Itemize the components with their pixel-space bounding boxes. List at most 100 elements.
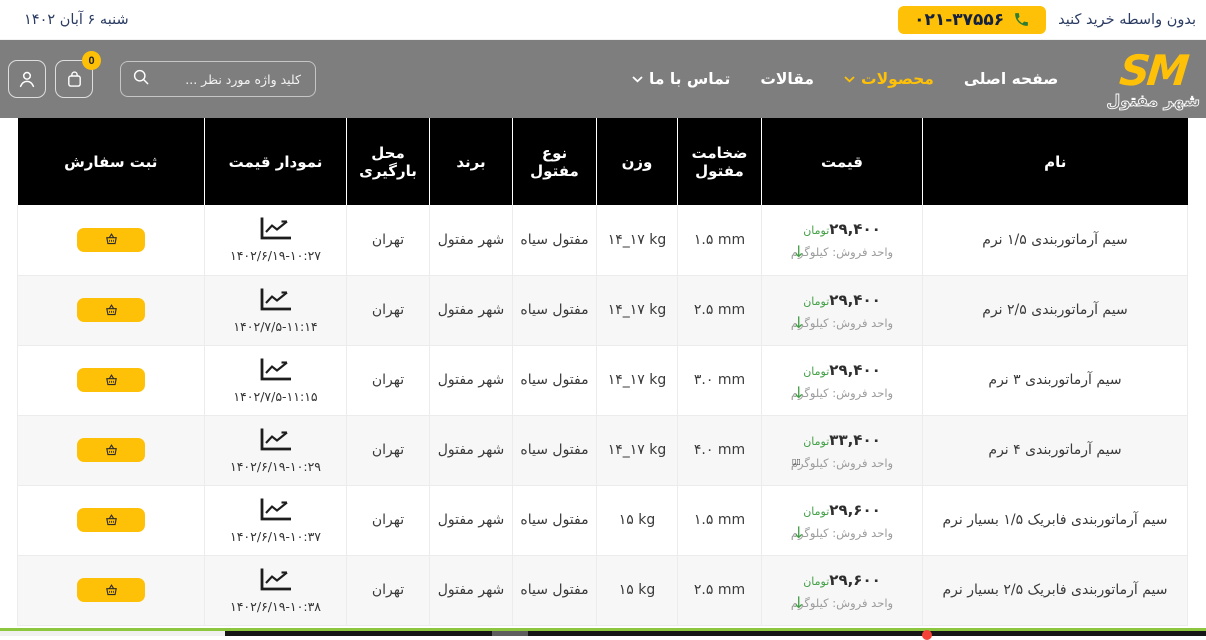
col-header-location: محل بارگیری — [346, 118, 430, 205]
order-cell — [17, 275, 205, 346]
currency-label: تومان — [803, 574, 830, 588]
basket-icon — [104, 303, 119, 318]
order-button[interactable] — [77, 438, 145, 462]
col-header-order: ثبت سفارش — [17, 118, 205, 205]
product-location: تهران — [346, 485, 430, 556]
price-chart-icon[interactable] — [259, 287, 293, 312]
nav-contact-label: تماس با ما — [649, 70, 731, 88]
product-weight: ۱۵ kg — [596, 555, 678, 626]
price-value: ۳۳,۴۰۰ — [829, 430, 881, 449]
product-weight: ۱۵ kg — [596, 485, 678, 556]
price-value: ۲۹,۴۰۰ — [829, 290, 881, 309]
price-chart-icon[interactable] — [259, 497, 293, 522]
product-thickness: ۳.۰ mm — [677, 345, 762, 416]
col-header-type: نوع مفتول — [512, 118, 597, 205]
search-box — [120, 61, 316, 97]
price-trend-icon: ↓ — [792, 592, 806, 612]
product-thickness: ۴.۰ mm — [677, 415, 762, 486]
unit-label: واحد فروش: کیلوگرم — [790, 385, 894, 400]
order-button[interactable] — [77, 298, 145, 322]
scrollbar-thumb[interactable] — [492, 631, 528, 636]
basket-icon — [104, 373, 119, 388]
product-type: مفتول سیاه — [512, 415, 597, 486]
order-cell — [17, 345, 205, 416]
price-chart-icon[interactable] — [259, 216, 293, 241]
price-chart-cell: ۱۴۰۲/۶/۱۹-۱۰:۳۸ — [204, 555, 347, 626]
price-chart-cell: ۱۴۰۲/۶/۱۹-۱۰:۲۹ — [204, 415, 347, 486]
price-chart-cell: ۱۴۰۲/۷/۵-۱۱:۱۴ — [204, 275, 347, 346]
price-trend-icon: ↓ — [792, 382, 806, 402]
product-thickness: ۲.۵ mm — [677, 555, 762, 626]
product-type: مفتول سیاه — [512, 555, 597, 626]
product-brand: شهر مفتول — [429, 275, 513, 346]
price-chart-date: ۱۴۰۲/۷/۵-۱۱:۱۵ — [233, 388, 318, 404]
col-header-brand: برند — [429, 118, 513, 205]
order-button[interactable] — [77, 578, 145, 602]
topbar-contact-group: بدون واسطه خرید کنید ۰۲۱-۳۷۵۵۶ — [898, 5, 1196, 34]
nav-home[interactable]: صفحه اصلی — [964, 70, 1058, 88]
price-value: ۲۹,۴۰۰ — [829, 360, 881, 379]
nav-products[interactable]: محصولات — [844, 70, 934, 88]
product-thickness: ۱.۵ mm — [677, 485, 762, 556]
price-line: ۲۹,۶۰۰تومان — [766, 501, 918, 519]
user-button[interactable] — [8, 60, 46, 98]
product-brand: شهر مفتول — [429, 345, 513, 416]
topbar-cta-text: بدون واسطه خرید کنید — [1058, 11, 1196, 28]
product-location: تهران — [346, 555, 430, 626]
currency-label: تومان — [803, 224, 830, 238]
phone-badge[interactable]: ۰۲۱-۳۷۵۵۶ — [898, 5, 1047, 34]
product-brand: شهر مفتول — [429, 205, 513, 276]
price-chart-date: ۱۴۰۲/۶/۱۹-۱۰:۳۸ — [230, 598, 321, 614]
price-value: ۲۹,۴۰۰ — [829, 220, 881, 239]
main-header: SM شهر مفتول صفحه اصلی محصولات مقالات تم… — [0, 40, 1206, 118]
product-weight: ۱۴_۱۷ kg — [596, 415, 678, 486]
col-header-thickness: ضخامت مفتول — [677, 118, 762, 205]
price-chart-icon[interactable] — [259, 357, 293, 382]
order-button[interactable] — [77, 368, 145, 392]
phone-number: ۰۲۱-۳۷۵۵۶ — [914, 9, 1005, 30]
nav-contact[interactable]: تماس با ما — [632, 70, 730, 88]
unit-label: واحد فروش: کیلوگرم — [790, 595, 894, 610]
cart-count-badge: 0 — [82, 51, 101, 70]
product-price-cell: ۲۹,۴۰۰تومان واحد فروش: کیلوگرم ↓ — [761, 205, 923, 276]
product-price-cell: ۲۹,۴۰۰تومان واحد فروش: کیلوگرم ↓ — [761, 275, 923, 346]
col-header-name: نام — [922, 118, 1188, 205]
product-name: سیم آرماتوربندی ۳ نرم — [922, 345, 1188, 416]
product-weight: ۱۴_۱۷ kg — [596, 205, 678, 276]
bottom-scrollbar — [0, 630, 1206, 640]
product-weight: ۱۴_۱۷ kg — [596, 275, 678, 346]
product-brand: شهر مفتول — [429, 415, 513, 486]
scrollbar-track — [225, 631, 1206, 636]
unit-label: واحد فروش: کیلوگرم — [790, 525, 894, 540]
product-weight: ۱۴_۱۷ kg — [596, 345, 678, 416]
col-header-price: قیمت — [761, 118, 923, 205]
nav-products-label: محصولات — [861, 70, 934, 88]
col-header-weight: وزن — [596, 118, 678, 205]
unit-label: واحد فروش: کیلوگرم — [790, 245, 894, 260]
chevron-down-icon — [632, 75, 643, 83]
products-table: نام قیمت ضخامت مفتول وزن نوع مفتول برند … — [17, 118, 1188, 626]
date-label: شنبه ۶ آبان ۱۴۰۲ — [24, 11, 129, 28]
product-thickness: ۱.۵ mm — [677, 205, 762, 276]
price-chart-icon[interactable] — [259, 427, 293, 452]
product-brand: شهر مفتول — [429, 555, 513, 626]
price-value: ۲۹,۶۰۰ — [829, 570, 881, 589]
product-type: مفتول سیاه — [512, 205, 597, 276]
search-icon — [131, 67, 151, 91]
nav-articles[interactable]: مقالات — [760, 70, 814, 88]
logo-sm-text: SM — [1117, 45, 1189, 95]
product-type: مفتول سیاه — [512, 275, 597, 346]
chat-widget-dot[interactable] — [922, 630, 932, 640]
price-chart-date: ۱۴۰۲/۶/۱۹-۱۰:۲۷ — [230, 248, 321, 264]
product-row: سیم آرماتوربندی فابریک ۱/۵ بسیار نرم ۲۹,… — [17, 485, 1188, 556]
order-button[interactable] — [77, 227, 145, 252]
price-chart-icon[interactable] — [259, 567, 293, 592]
basket-icon — [104, 232, 119, 247]
product-location: تهران — [346, 345, 430, 416]
unit-label: واحد فروش: کیلوگرم — [790, 455, 894, 470]
cart-button[interactable]: 0 — [55, 51, 101, 98]
order-cell — [17, 205, 205, 276]
price-chart-date: ۱۴۰۲/۶/۱۹-۱۰:۳۷ — [230, 528, 321, 544]
order-button[interactable] — [77, 508, 145, 532]
logo[interactable]: SM شهر مفتول — [1106, 45, 1200, 109]
